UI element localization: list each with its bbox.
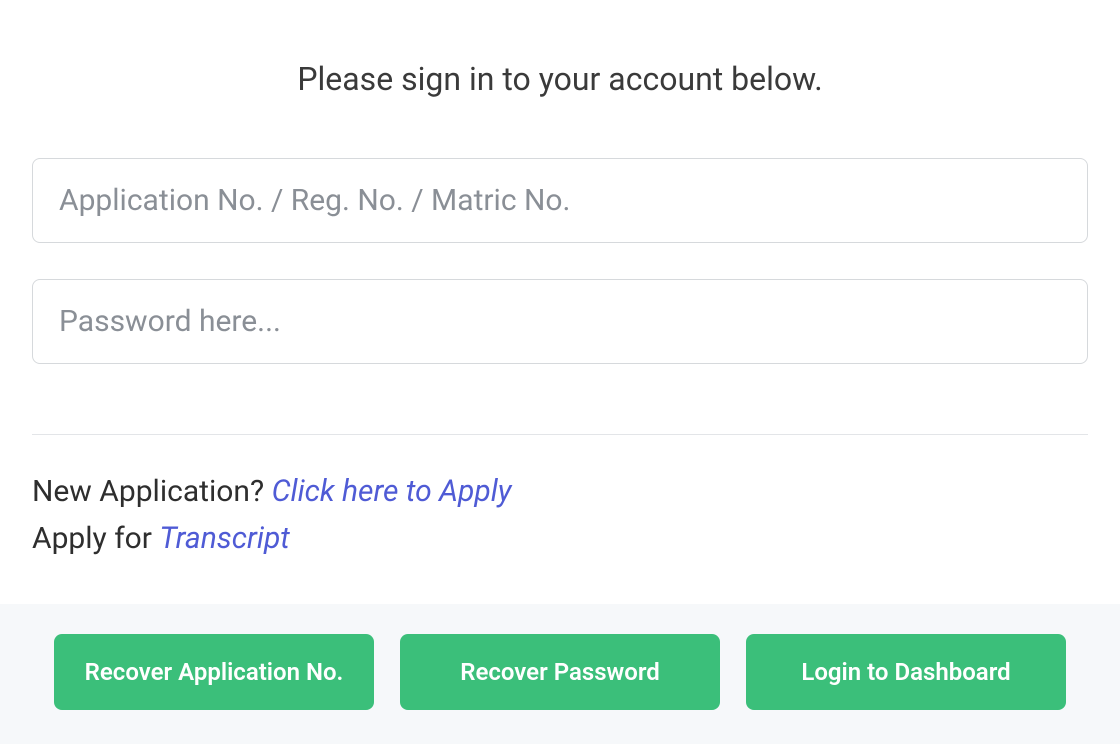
password-input[interactable]: [32, 279, 1088, 364]
recover-app-no-button[interactable]: Recover Application No.: [54, 634, 374, 710]
page-title: Please sign in to your account below.: [32, 60, 1088, 98]
footer-actions: Recover Application No. Recover Password…: [0, 604, 1120, 744]
transcript-link[interactable]: Transcript: [159, 521, 290, 556]
transcript-prefix: Apply for: [32, 521, 159, 556]
transcript-row: Apply for Transcript: [32, 516, 1088, 563]
new-application-prefix: New Application?: [32, 474, 272, 509]
login-button[interactable]: Login to Dashboard: [746, 634, 1066, 710]
identifier-input[interactable]: [32, 158, 1088, 243]
new-application-row: New Application? Click here to Apply: [32, 469, 1088, 516]
recover-password-button[interactable]: Recover Password: [400, 634, 720, 710]
apply-link[interactable]: Click here to Apply: [272, 474, 512, 509]
divider: [32, 434, 1088, 435]
